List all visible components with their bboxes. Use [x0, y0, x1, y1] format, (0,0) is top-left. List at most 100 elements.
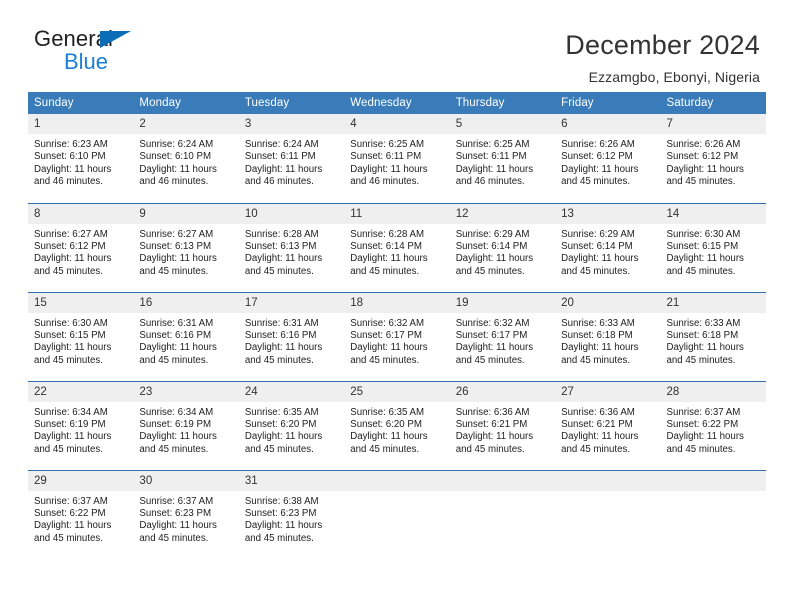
sunrise-text: Sunrise: 6:30 AM [34, 317, 108, 329]
general-blue-logo[interactable]: General Blue [34, 28, 184, 82]
sunset-text: Sunset: 6:22 PM [666, 418, 739, 430]
calendar-day-cell[interactable]: 15 Sunrise: 6:30 AM Sunset: 6:15 PM Dayligh… [28, 291, 134, 381]
calendar-day-cell[interactable]: 10 Sunrise: 6:28 AM Sunset: 6:13 PM Dayligh… [238, 202, 345, 292]
daylight-text-line2: and 45 minutes. [561, 354, 631, 366]
day-number: 21 [660, 292, 766, 313]
calendar-cell-empty [449, 469, 556, 559]
daylight-text-line1: Daylight: 11 hours [34, 342, 112, 354]
calendar-day-cell[interactable]: 11 Sunrise: 6:28 AM Sunset: 6:14 PM Dayligh… [344, 202, 450, 292]
daylight-text-line2: and 45 minutes. [455, 354, 525, 366]
calendar-day-cell[interactable]: 26 Sunrise: 6:36 AM Sunset: 6:21 PM Dayligh… [449, 380, 556, 470]
sunrise-text: Sunrise: 6:37 AM [34, 495, 108, 507]
calendar-day-cell[interactable]: 31 Sunrise: 6:38 AM Sunset: 6:23 PM Dayligh… [238, 469, 345, 559]
daylight-text-line1: Daylight: 11 hours [244, 253, 323, 265]
daylight-text-line2: and 45 minutes. [561, 265, 631, 277]
sunrise-text: Sunrise: 6:31 AM [139, 317, 214, 329]
day-sun-info: Sunrise: 6:24 AM Sunset: 6:10 PM Daylight:… [133, 134, 238, 189]
sunrise-text: Sunrise: 6:34 AM [139, 406, 214, 418]
calendar-day-cell[interactable]: 5 Sunrise: 6:25 AM Sunset: 6:11 PM Daylight… [449, 114, 556, 203]
day-number: 18 [344, 292, 450, 313]
daylight-text-line1: Daylight: 11 hours [561, 163, 639, 175]
calendar-day-cell[interactable]: 22 Sunrise: 6:34 AM Sunset: 6:19 PM Dayligh… [28, 380, 134, 470]
daylight-text-line2: and 45 minutes. [455, 443, 525, 455]
calendar-day-cell[interactable]: 25 Sunrise: 6:35 AM Sunset: 6:20 PM Dayligh… [344, 380, 450, 470]
day-sun-info: Sunrise: 6:30 AM Sunset: 6:15 PM Daylight:… [28, 313, 133, 368]
calendar-day-cell[interactable]: 1 Sunrise: 6:23 AM Sunset: 6:10 PM Daylight… [28, 114, 134, 203]
calendar-day-cell[interactable]: 29 Sunrise: 6:37 AM Sunset: 6:22 PM Dayligh… [28, 469, 134, 559]
day-number: 29 [28, 470, 134, 491]
calendar-day-cell[interactable]: 3 Sunrise: 6:24 AM Sunset: 6:11 PM Daylight… [238, 114, 345, 203]
calendar-day-cell[interactable]: 27 Sunrise: 6:36 AM Sunset: 6:21 PM Dayligh… [555, 380, 661, 470]
sunset-text: Sunset: 6:23 PM [139, 507, 212, 519]
daylight-text-line2: and 45 minutes. [244, 532, 314, 544]
calendar-day-cell[interactable]: 28 Sunrise: 6:37 AM Sunset: 6:22 PM Dayligh… [660, 380, 766, 470]
calendar-day-cell[interactable]: 14 Sunrise: 6:30 AM Sunset: 6:15 PM Dayligh… [660, 202, 766, 292]
sunrise-text: Sunrise: 6:37 AM [139, 495, 214, 507]
calendar-day-cell[interactable]: 7 Sunrise: 6:26 AM Sunset: 6:12 PM Daylight… [660, 114, 766, 203]
calendar-day-cell[interactable]: 21 Sunrise: 6:33 AM Sunset: 6:18 PM Dayligh… [660, 291, 766, 381]
daylight-text-line2: and 45 minutes. [350, 443, 420, 455]
daylight-text-line2: and 45 minutes. [139, 443, 209, 455]
day-sun-info: Sunrise: 6:29 AM Sunset: 6:14 PM Daylight:… [555, 224, 660, 279]
daylight-text-line2: and 46 minutes. [139, 176, 209, 188]
daylight-text-line2: and 46 minutes. [244, 176, 314, 188]
sunrise-text: Sunrise: 6:35 AM [350, 406, 425, 418]
day-number: 26 [449, 381, 556, 402]
calendar-day-cell[interactable]: 17 Sunrise: 6:31 AM Sunset: 6:16 PM Dayligh… [238, 291, 345, 381]
daylight-text-line2: and 45 minutes. [455, 265, 525, 277]
daylight-text-line2: and 45 minutes. [34, 443, 103, 455]
calendar-day-cell[interactable]: 4 Sunrise: 6:25 AM Sunset: 6:11 PM Daylight… [344, 114, 450, 203]
daylight-text-line2: and 45 minutes. [561, 176, 631, 188]
day-number: 31 [238, 470, 345, 491]
day-number: 8 [28, 203, 134, 224]
daylight-text-line1: Daylight: 11 hours [244, 342, 323, 354]
sunrise-text: Sunrise: 6:36 AM [455, 406, 530, 418]
day-number: 4 [344, 114, 450, 134]
sunset-text: Sunset: 6:15 PM [666, 240, 739, 252]
calendar-day-cell[interactable]: 13 Sunrise: 6:29 AM Sunset: 6:14 PM Dayligh… [555, 202, 661, 292]
day-sun-info: Sunrise: 6:37 AM Sunset: 6:22 PM Daylight:… [661, 402, 766, 457]
calendar-day-cell[interactable]: 20 Sunrise: 6:33 AM Sunset: 6:18 PM Dayligh… [555, 291, 661, 381]
sunset-text: Sunset: 6:17 PM [350, 329, 422, 341]
weekday-header-tuesday: Tuesday [238, 92, 345, 114]
calendar-day-cell[interactable]: 18 Sunrise: 6:32 AM Sunset: 6:17 PM Dayligh… [344, 291, 450, 381]
calendar-day-cell[interactable]: 24 Sunrise: 6:35 AM Sunset: 6:20 PM Dayligh… [238, 380, 345, 470]
sunset-text: Sunset: 6:18 PM [561, 329, 633, 341]
calendar-day-cell[interactable]: 30 Sunrise: 6:37 AM Sunset: 6:23 PM Dayligh… [133, 469, 239, 559]
day-number: 7 [660, 114, 766, 134]
day-number: 17 [238, 292, 345, 313]
day-number: 24 [238, 381, 345, 402]
triangle-icon [100, 31, 131, 48]
sunrise-text: Sunrise: 6:38 AM [244, 495, 319, 507]
daylight-text-line1: Daylight: 11 hours [666, 253, 744, 265]
daylight-text-line1: Daylight: 11 hours [34, 163, 112, 175]
day-number: 27 [555, 381, 661, 402]
sunset-text: Sunset: 6:10 PM [139, 151, 212, 163]
sunset-text: Sunset: 6:17 PM [455, 329, 528, 341]
sunset-text: Sunset: 6:16 PM [139, 329, 212, 341]
calendar-week-row: 22 Sunrise: 6:34 AM Sunset: 6:19 PM Dayligh… [28, 380, 766, 470]
daylight-text-line2: and 45 minutes. [244, 443, 314, 455]
sunset-text: Sunset: 6:11 PM [350, 151, 422, 163]
daylight-text-line1: Daylight: 11 hours [350, 342, 428, 354]
calendar-day-cell[interactable]: 12 Sunrise: 6:29 AM Sunset: 6:14 PM Dayligh… [449, 202, 556, 292]
weekday-header-saturday: Saturday [660, 92, 766, 114]
calendar-day-cell[interactable]: 6 Sunrise: 6:26 AM Sunset: 6:12 PM Daylight… [555, 114, 661, 203]
calendar-day-cell[interactable]: 23 Sunrise: 6:34 AM Sunset: 6:19 PM Dayligh… [133, 380, 239, 470]
sunrise-text: Sunrise: 6:29 AM [455, 228, 530, 240]
calendar-day-cell[interactable]: 16 Sunrise: 6:31 AM Sunset: 6:16 PM Dayligh… [133, 291, 239, 381]
daylight-text-line1: Daylight: 11 hours [455, 342, 534, 354]
calendar-week-row: 15 Sunrise: 6:30 AM Sunset: 6:15 PM Dayligh… [28, 291, 766, 381]
calendar-day-cell[interactable]: 8 Sunrise: 6:27 AM Sunset: 6:12 PM Daylight… [28, 202, 134, 292]
day-number [344, 470, 450, 491]
day-sun-info: Sunrise: 6:33 AM Sunset: 6:18 PM Daylight:… [555, 313, 660, 368]
calendar-day-cell[interactable]: 9 Sunrise: 6:27 AM Sunset: 6:13 PM Daylight… [133, 202, 239, 292]
calendar-day-cell[interactable]: 2 Sunrise: 6:24 AM Sunset: 6:10 PM Daylight… [133, 114, 239, 203]
calendar-day-cell[interactable]: 19 Sunrise: 6:32 AM Sunset: 6:17 PM Dayligh… [449, 291, 556, 381]
daylight-text-line2: and 45 minutes. [34, 532, 103, 544]
sunset-text: Sunset: 6:21 PM [455, 418, 528, 430]
sunset-text: Sunset: 6:21 PM [561, 418, 633, 430]
day-number: 16 [133, 292, 239, 313]
daylight-text-line2: and 45 minutes. [34, 354, 103, 366]
daylight-text-line2: and 45 minutes. [139, 532, 209, 544]
